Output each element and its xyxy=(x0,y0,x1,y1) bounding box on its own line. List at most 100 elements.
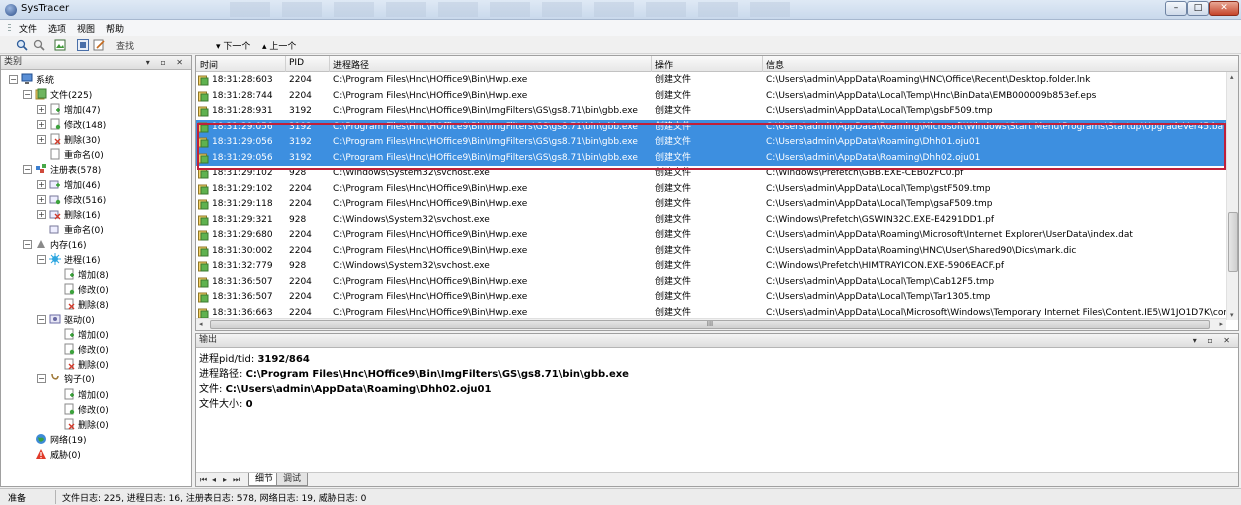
tree-node[interactable]: − 系统 xyxy=(9,73,54,87)
tree-node[interactable]: + 修改(516) xyxy=(37,193,106,207)
zoom-out-icon[interactable] xyxy=(33,39,45,51)
log-row[interactable]: 18:31:30:002 2204 C:\Program Files\Hnc\HOf… xyxy=(196,244,1226,260)
tree-node[interactable]: + 修改(148) xyxy=(37,118,106,132)
doc-modify-icon xyxy=(64,343,75,355)
find-prev-button[interactable]: ▴ 上一个 xyxy=(262,39,296,52)
tree-expander-icon[interactable]: − xyxy=(23,240,32,249)
column-pid[interactable]: PID xyxy=(289,58,304,68)
minimize-button[interactable]: – xyxy=(1165,1,1187,16)
log-row[interactable]: 18:31:29:056 3192 C:\Program Files\Hnc\HOf… xyxy=(196,119,1226,135)
menu-help[interactable]: 帮助 xyxy=(106,22,124,35)
tree-expander-icon[interactable]: − xyxy=(23,90,32,99)
log-row[interactable]: 18:31:29:102 928 C:\Windows\System32\svcho… xyxy=(196,166,1226,182)
maximize-button[interactable]: □ xyxy=(1187,1,1209,16)
tree-node[interactable]: − 驱动(0) xyxy=(37,313,95,327)
tree-expander-icon[interactable]: + xyxy=(37,105,46,114)
first-tab-icon[interactable]: ⏮ xyxy=(200,475,207,485)
horizontal-scrollbar[interactable]: ◂ III ▸ xyxy=(196,318,1226,330)
tree-node[interactable]: + 增加(46) xyxy=(37,178,100,192)
column-process-path[interactable]: 进程路径 xyxy=(333,58,369,71)
log-row[interactable]: 18:31:28:744 2204 C:\Program Files\Hnc\HOf… xyxy=(196,89,1226,105)
vertical-scrollbar[interactable]: ▴ ▾ xyxy=(1226,72,1238,320)
tree-node[interactable]: 威胁(0) xyxy=(23,448,81,462)
column-info[interactable]: 信息 xyxy=(766,58,784,71)
log-row[interactable]: 18:31:29:118 2204 C:\Program Files\Hnc\HOf… xyxy=(196,197,1226,213)
log-row[interactable]: 18:31:36:507 2204 C:\Program Files\Hnc\HOf… xyxy=(196,290,1226,306)
output-line-pid: 进程pid/tid: 3192/864 xyxy=(199,354,310,365)
tree-node[interactable]: + 删除(30) xyxy=(37,133,100,147)
tree-expander-icon[interactable]: + xyxy=(37,210,46,219)
tree-node[interactable]: 网络(19) xyxy=(23,433,86,447)
tree-node-label: 删除(0) xyxy=(78,421,109,431)
tree-expander-icon[interactable]: + xyxy=(37,120,46,129)
vertical-scroll-thumb[interactable] xyxy=(1228,212,1238,272)
log-row[interactable]: 18:31:28:603 2204 C:\Program Files\Hnc\HOf… xyxy=(196,73,1226,89)
image-icon[interactable] xyxy=(54,39,66,51)
log-row[interactable]: 18:31:29:102 2204 C:\Program Files\Hnc\HOf… xyxy=(196,182,1226,198)
doc-delete-icon xyxy=(50,133,61,145)
tree-node[interactable]: 删除(0) xyxy=(51,418,109,432)
find-next-button[interactable]: ▾ 下一个 xyxy=(216,39,250,52)
tree-expander-icon[interactable]: − xyxy=(37,255,46,264)
tree-node[interactable]: 删除(0) xyxy=(51,358,109,372)
tree-node[interactable]: − 注册表(578) xyxy=(23,163,101,177)
tree-expander-icon[interactable]: + xyxy=(37,195,46,204)
edit-icon[interactable] xyxy=(93,39,105,51)
prev-tab-icon[interactable]: ◂ xyxy=(212,475,216,484)
tree-node[interactable]: 增加(0) xyxy=(51,388,109,402)
capture-icon[interactable] xyxy=(77,39,89,51)
log-row[interactable]: 18:31:29:321 928 C:\Windows\System32\svcho… xyxy=(196,213,1226,229)
cell-process-path: C:\Program Files\Hnc\HOffice9\Bin\Hwp.ex… xyxy=(333,230,528,240)
scroll-right-icon[interactable]: ▸ xyxy=(1219,320,1223,328)
tree-node[interactable]: − 内存(16) xyxy=(23,238,86,252)
log-row[interactable]: 18:31:36:507 2204 C:\Program Files\Hnc\HOf… xyxy=(196,275,1226,291)
tree-node[interactable]: − 进程(16) xyxy=(37,253,100,267)
menu-bar: 文件 选项 视图 帮助 xyxy=(0,20,1241,36)
tree-node[interactable]: 修改(0) xyxy=(51,403,109,417)
tree-expander-icon[interactable]: + xyxy=(37,180,46,189)
tree-expander-icon[interactable]: − xyxy=(23,165,32,174)
tree-node[interactable]: 重命名(0) xyxy=(37,223,104,237)
tree-node[interactable]: 增加(8) xyxy=(51,268,109,282)
tree-node[interactable]: 修改(0) xyxy=(51,283,109,297)
scroll-down-icon[interactable]: ▾ xyxy=(1230,311,1234,319)
log-row[interactable]: 18:31:28:931 3192 C:\Program Files\Hnc\HOf… xyxy=(196,104,1226,120)
column-time[interactable]: 时间 xyxy=(200,58,218,71)
column-operation[interactable]: 操作 xyxy=(655,58,673,71)
close-button[interactable]: ✕ xyxy=(1209,1,1239,16)
log-row[interactable]: 18:31:29:680 2204 C:\Program Files\Hnc\HOf… xyxy=(196,228,1226,244)
log-row[interactable]: 18:31:29:056 3192 C:\Program Files\Hnc\HOf… xyxy=(196,150,1226,166)
file-create-icon xyxy=(198,308,209,318)
tree-expander-icon[interactable]: − xyxy=(37,315,46,324)
scroll-up-icon[interactable]: ▴ xyxy=(1230,73,1234,81)
tree-expander-icon[interactable]: + xyxy=(37,135,46,144)
tree-node-label: 增加(46) xyxy=(64,181,101,191)
reg-delete-icon xyxy=(49,210,61,220)
tree-node[interactable]: 重命名(0) xyxy=(37,148,104,162)
tree-node[interactable]: 修改(0) xyxy=(51,343,109,357)
tab-debug[interactable]: 调试 xyxy=(276,473,309,486)
search-input[interactable] xyxy=(140,38,228,51)
tree-expander-icon[interactable]: − xyxy=(37,374,46,383)
zoom-in-icon[interactable] xyxy=(16,39,28,51)
panel-controls[interactable]: ▾ ▫ ✕ xyxy=(146,56,187,69)
tree-node[interactable]: + 删除(16) xyxy=(37,208,100,222)
menu-options[interactable]: 选项 xyxy=(48,22,66,35)
tree-node-label: 进程(16) xyxy=(64,256,101,266)
menu-file[interactable]: 文件 xyxy=(19,22,37,35)
menu-view[interactable]: 视图 xyxy=(77,22,95,35)
output-line-path: 进程路径: C:\Program Files\Hnc\HOffice9\Bin\… xyxy=(199,369,629,380)
tree-expander-icon[interactable]: − xyxy=(9,75,18,84)
scroll-left-icon[interactable]: ◂ xyxy=(199,320,203,328)
horizontal-scroll-thumb[interactable]: III xyxy=(210,320,1210,329)
log-row[interactable]: 18:31:32:779 928 C:\Windows\System32\svcho… xyxy=(196,259,1226,275)
tree-node[interactable]: 增加(0) xyxy=(51,328,109,342)
tree-node[interactable]: − 文件(225) xyxy=(23,88,92,102)
tree-node[interactable]: + 增加(47) xyxy=(37,103,100,117)
next-tab-icon[interactable]: ▸ xyxy=(223,475,227,484)
tree-node[interactable]: 删除(8) xyxy=(51,298,109,312)
log-row[interactable]: 18:31:29:056 3192 C:\Program Files\Hnc\HOf… xyxy=(196,135,1226,151)
output-panel-controls[interactable]: ▾ ▫ ✕ xyxy=(1193,334,1234,347)
last-tab-icon[interactable]: ⏭ xyxy=(233,475,240,485)
tree-node[interactable]: − 钩子(0) xyxy=(37,372,95,386)
